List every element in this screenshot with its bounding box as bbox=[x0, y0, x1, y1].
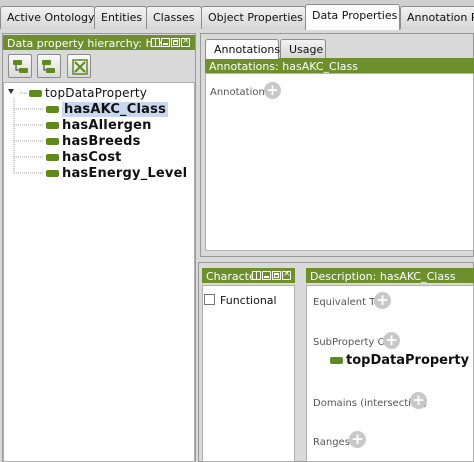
functional-checkbox[interactable] bbox=[204, 294, 215, 305]
functional-label: Functional bbox=[220, 294, 277, 307]
tree-item-hasbreeds[interactable]: hasBreeds bbox=[46, 134, 141, 149]
data-property-icon bbox=[46, 106, 59, 113]
annotations-header-title: Annotations: hasAKC_Class bbox=[209, 60, 358, 73]
subtab-usage[interactable]: Usage bbox=[280, 39, 326, 58]
tree-item-label: topDataProperty bbox=[45, 86, 148, 100]
description-header: Description: hasAKC_Class bbox=[306, 268, 474, 283]
add-annotation-button[interactable]: + bbox=[264, 82, 281, 99]
data-property-icon bbox=[330, 357, 343, 364]
plus-icon: + bbox=[351, 430, 364, 448]
tree-item-label: hasCost bbox=[62, 150, 122, 165]
plus-icon: + bbox=[412, 391, 425, 409]
tree-item-root[interactable]: topDataProperty bbox=[29, 86, 147, 100]
add-range-button[interactable]: + bbox=[349, 431, 366, 448]
add-equivalent-button[interactable]: + bbox=[374, 292, 391, 309]
tree-item-label: hasEnergy_Level bbox=[62, 166, 188, 181]
characteristics-header: Characte bbox=[202, 268, 295, 283]
tree-item-label: hasAKC_Class bbox=[62, 102, 169, 117]
subproperty-value[interactable]: topDataProperty bbox=[330, 353, 469, 368]
data-property-icon bbox=[46, 122, 59, 129]
annotations-list bbox=[205, 73, 474, 251]
subtab-annotations[interactable]: Annotations bbox=[205, 39, 280, 59]
tab-annotation-properties[interactable]: Annotation Pr bbox=[400, 6, 474, 29]
tree-item-hascost[interactable]: hasCost bbox=[46, 150, 122, 165]
annotations-header: Annotations: hasAKC_Class bbox=[205, 58, 474, 73]
tree-item-label: hasAllergen bbox=[62, 118, 152, 133]
subproperty-of-label: SubProperty Of bbox=[313, 337, 389, 348]
maximize-icon[interactable] bbox=[272, 271, 281, 280]
data-property-icon bbox=[46, 138, 59, 145]
description-body bbox=[306, 285, 474, 462]
ranges-label: Ranges bbox=[313, 437, 350, 448]
characteristics-header-buttons bbox=[252, 269, 291, 280]
annotations-label: Annotations bbox=[210, 87, 271, 98]
plus-icon: + bbox=[266, 81, 279, 99]
add-domain-button[interactable]: + bbox=[410, 392, 427, 409]
description-title: Description: hasAKC_Class bbox=[310, 270, 456, 283]
minimize-icon[interactable] bbox=[262, 271, 271, 280]
tab-data-properties[interactable]: Data Properties bbox=[305, 4, 400, 30]
characteristics-title: Characte bbox=[206, 270, 256, 283]
data-property-icon bbox=[46, 170, 59, 177]
add-superproperty-button[interactable]: + bbox=[383, 332, 400, 349]
split-view-icon[interactable] bbox=[252, 271, 261, 280]
data-property-icon bbox=[29, 90, 42, 97]
data-property-icon bbox=[46, 154, 59, 161]
plus-icon: + bbox=[385, 331, 398, 349]
characteristics-list bbox=[202, 285, 295, 462]
tree-item-label: hasBreeds bbox=[62, 134, 141, 149]
plus-icon: + bbox=[376, 291, 389, 309]
subproperty-value-label: topDataProperty bbox=[346, 353, 470, 368]
tree-item-hasallergen[interactable]: hasAllergen bbox=[46, 118, 152, 133]
tree-item-hasenergy-level[interactable]: hasEnergy_Level bbox=[46, 166, 187, 181]
tab-object-properties[interactable]: Object Properties bbox=[201, 6, 306, 29]
tree-item-hasakc-class[interactable]: hasAKC_Class bbox=[46, 102, 169, 117]
close-icon[interactable] bbox=[282, 269, 291, 280]
equivalent-to-label: Equivalent To bbox=[313, 297, 380, 308]
